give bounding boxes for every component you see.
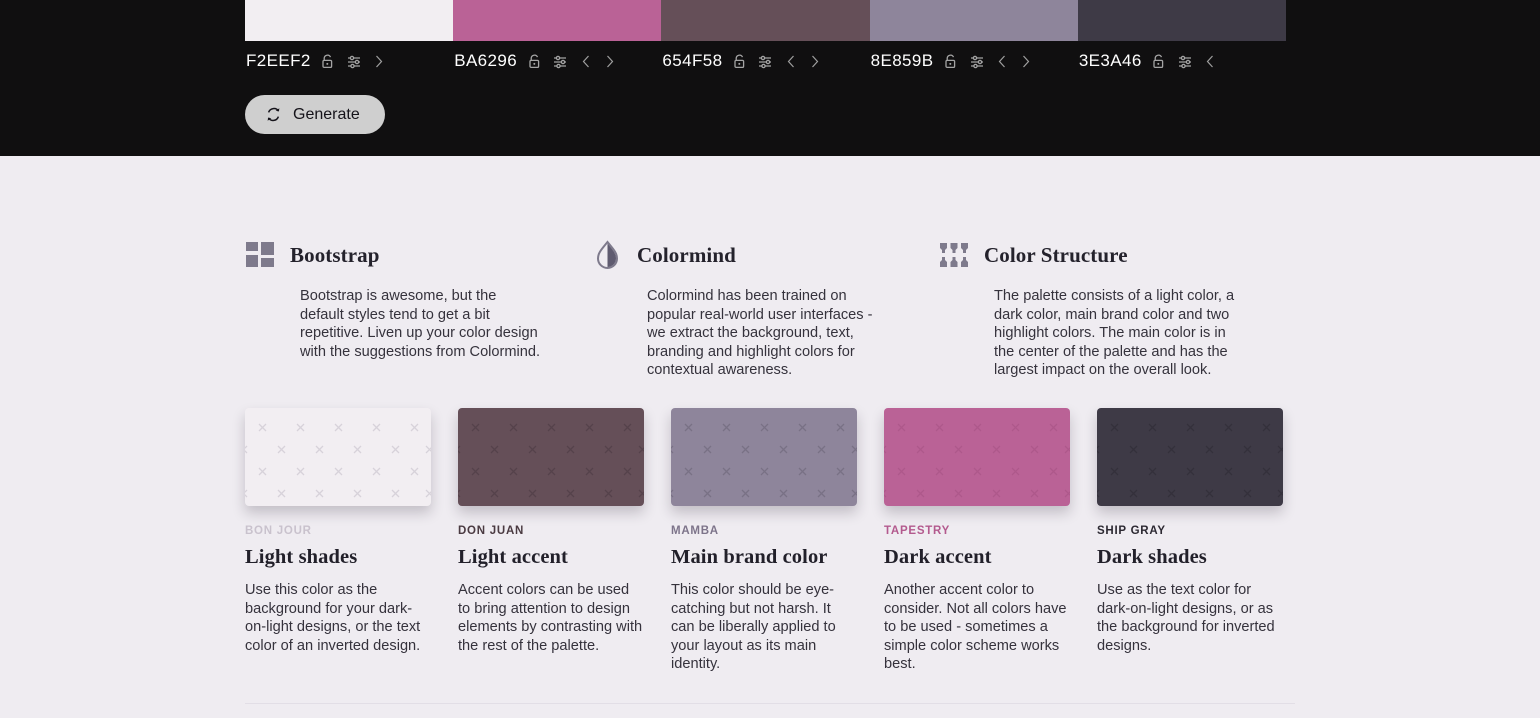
feature-header: Colormind bbox=[592, 239, 891, 271]
color-name: BON JOUR bbox=[245, 525, 431, 537]
color-description: Accent colors can be used to bring atten… bbox=[458, 581, 644, 655]
prev-color-icon[interactable] bbox=[995, 53, 1010, 70]
color-role-title: Light accent bbox=[458, 546, 644, 569]
palette-swatch-controls-0: F2EEF2 bbox=[245, 41, 453, 81]
generate-button[interactable]: Generate bbox=[245, 95, 385, 134]
color-card-ship-gray: SHIP GRAY Dark shades Use as the text co… bbox=[1097, 408, 1310, 674]
color-card-bon-jour: BON JOUR Light shades Use this color as … bbox=[245, 408, 458, 674]
feature-row: Bootstrap Bootstrap is awesome, but the … bbox=[0, 156, 1540, 380]
footer-divider bbox=[245, 703, 1295, 704]
feature-title: Colormind bbox=[637, 243, 736, 268]
color-card-row: BON JOUR Light shades Use this color as … bbox=[0, 380, 1540, 674]
hex-code[interactable]: 654F58 bbox=[662, 51, 722, 71]
unlock-icon[interactable] bbox=[526, 53, 543, 70]
color-description: This color should be eye-catching but no… bbox=[671, 581, 857, 674]
unlock-icon[interactable] bbox=[731, 53, 748, 70]
color-name: MAMBA bbox=[671, 525, 857, 537]
palette-swatch-0[interactable] bbox=[245, 0, 453, 41]
sliders-icon[interactable] bbox=[552, 53, 569, 70]
palette-swatch-3[interactable] bbox=[870, 0, 1078, 41]
palette-swatch-bar bbox=[245, 0, 1286, 41]
feature-bootstrap: Bootstrap Bootstrap is awesome, but the … bbox=[245, 239, 592, 380]
color-chip[interactable] bbox=[1097, 408, 1283, 506]
color-chip[interactable] bbox=[671, 408, 857, 506]
feature-title: Color Structure bbox=[984, 243, 1128, 268]
refresh-icon bbox=[265, 106, 282, 123]
sliders-icon[interactable] bbox=[757, 53, 774, 70]
next-color-icon[interactable] bbox=[602, 53, 617, 70]
feature-title: Bootstrap bbox=[290, 243, 380, 268]
color-role-title: Dark shades bbox=[1097, 546, 1283, 569]
unlock-icon[interactable] bbox=[1151, 53, 1168, 70]
next-color-icon[interactable] bbox=[807, 53, 822, 70]
feature-header: Bootstrap bbox=[245, 239, 544, 271]
unlock-icon[interactable] bbox=[943, 53, 960, 70]
palette-header: F2EEF2 BA6296 654F58 8E859B 3E3 bbox=[0, 0, 1540, 156]
palette-hex-row: F2EEF2 BA6296 654F58 8E859B 3E3 bbox=[245, 41, 1286, 81]
color-description: Another accent color to consider. Not al… bbox=[884, 581, 1070, 674]
next-color-icon[interactable] bbox=[1019, 53, 1034, 70]
feature-body: Colormind has been trained on popular re… bbox=[592, 287, 891, 380]
color-role-title: Dark accent bbox=[884, 546, 1070, 569]
prev-color-icon[interactable] bbox=[783, 53, 798, 70]
prev-color-icon[interactable] bbox=[1203, 53, 1218, 70]
feature-color-structure: Color Structure The palette consists of … bbox=[939, 239, 1286, 380]
color-name: SHIP GRAY bbox=[1097, 525, 1283, 537]
color-description: Use as the text color for dark-on-light … bbox=[1097, 581, 1283, 655]
palette-swatch-2[interactable] bbox=[661, 0, 869, 41]
palette-swatch-4[interactable] bbox=[1078, 0, 1286, 41]
color-sliders-icon bbox=[939, 240, 970, 271]
feature-body: Bootstrap is awesome, but the default st… bbox=[245, 287, 544, 361]
main-content: Bootstrap Bootstrap is awesome, but the … bbox=[0, 156, 1540, 718]
prev-color-icon[interactable] bbox=[578, 53, 593, 70]
color-name: DON JUAN bbox=[458, 525, 644, 537]
next-color-icon[interactable] bbox=[372, 53, 387, 70]
hex-code[interactable]: 8E859B bbox=[871, 51, 934, 71]
generate-row: Generate bbox=[245, 95, 1295, 134]
unlock-icon[interactable] bbox=[320, 53, 337, 70]
feature-body: The palette consists of a light color, a… bbox=[939, 287, 1238, 380]
hex-code[interactable]: BA6296 bbox=[454, 51, 517, 71]
grid-squares-icon bbox=[245, 240, 276, 271]
color-role-title: Light shades bbox=[245, 546, 431, 569]
hex-code[interactable]: 3E3A46 bbox=[1079, 51, 1142, 71]
color-card-don-juan: DON JUAN Light accent Accent colors can … bbox=[458, 408, 671, 674]
palette-swatch-controls-1: BA6296 bbox=[453, 41, 661, 81]
color-role-title: Main brand color bbox=[671, 546, 857, 569]
color-name: TAPESTRY bbox=[884, 525, 1070, 537]
color-chip[interactable] bbox=[245, 408, 431, 506]
color-chip[interactable] bbox=[458, 408, 644, 506]
color-card-mamba: MAMBA Main brand color This color should… bbox=[671, 408, 884, 674]
feature-colormind: Colormind Colormind has been trained on … bbox=[592, 239, 939, 380]
sliders-icon[interactable] bbox=[346, 53, 363, 70]
palette-swatch-1[interactable] bbox=[453, 0, 661, 41]
palette-swatch-controls-2: 654F58 bbox=[661, 41, 869, 81]
color-description: Use this color as the background for you… bbox=[245, 581, 431, 655]
hex-code[interactable]: F2EEF2 bbox=[246, 51, 311, 71]
generate-button-label: Generate bbox=[293, 106, 360, 124]
palette-swatch-controls-3: 8E859B bbox=[870, 41, 1078, 81]
feature-header: Color Structure bbox=[939, 239, 1238, 271]
sliders-icon[interactable] bbox=[1177, 53, 1194, 70]
color-card-tapestry: TAPESTRY Dark accent Another accent colo… bbox=[884, 408, 1097, 674]
palette-swatch-controls-4: 3E3A46 bbox=[1078, 41, 1286, 81]
color-chip[interactable] bbox=[884, 408, 1070, 506]
droplet-half-icon bbox=[592, 240, 623, 271]
sliders-icon[interactable] bbox=[969, 53, 986, 70]
